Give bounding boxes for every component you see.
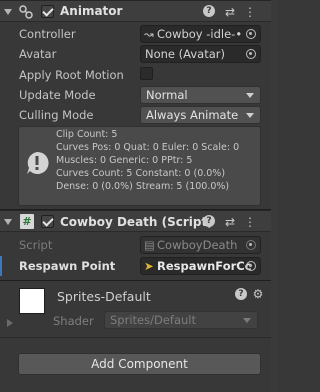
script-asset-icon: ▤ <box>144 238 155 252</box>
update-mode-label: Update Mode <box>19 88 96 102</box>
modified-indicator <box>0 256 2 276</box>
animator-header[interactable]: Animator ? ⇄ ⋮ <box>0 0 277 22</box>
more-vert-icon[interactable]: ⋮ <box>243 215 257 229</box>
animator-info-box: Clip Count: 5 Curves Pos: 0 Quat: 0 Eule… <box>18 126 261 206</box>
info-line-curves-count: Curves Count: 5 Constant: 0 (0.0%) <box>56 168 226 179</box>
info-line-curves-pos: Curves Pos: 0 Quat: 0 Euler: 0 Scale: 0 <box>56 142 240 153</box>
respawn-point-field[interactable]: ➤ RespawnForCc <box>140 257 261 275</box>
fold-arrow-icon[interactable] <box>4 219 12 225</box>
info-line-dense: Dense: 0 (0.0%) Stream: 5 (100.0%) <box>56 181 230 192</box>
controller-label: Controller <box>19 27 76 41</box>
script-label: Script <box>19 238 53 252</box>
help-icon[interactable]: ? <box>235 288 249 302</box>
shader-dropdown: Sprites/Default <box>104 311 258 329</box>
object-picker-icon <box>246 240 256 250</box>
more-vert-icon[interactable]: ⋮ <box>243 5 257 19</box>
object-picker-icon[interactable] <box>246 49 256 59</box>
script-file-icon: # <box>20 214 34 229</box>
scrollbar[interactable] <box>271 0 277 392</box>
transform-icon: ➤ <box>144 259 154 273</box>
material-preview <box>19 288 45 314</box>
help-icon[interactable]: ? <box>203 215 217 229</box>
material-name: Sprites-Default <box>57 289 151 304</box>
script-enabled-checkbox[interactable] <box>41 215 54 228</box>
divider <box>0 337 277 338</box>
component-title: Animator <box>60 4 123 18</box>
component-title: Cowboy Death (Script) <box>60 215 213 229</box>
animator-component-icon <box>19 5 33 19</box>
fold-arrow-icon[interactable] <box>4 9 12 15</box>
help-icon[interactable]: ? <box>203 5 217 19</box>
update-mode-dropdown[interactable]: Normal <box>140 86 261 104</box>
presets-icon[interactable]: ⇄ <box>223 215 237 229</box>
chevron-down-icon <box>243 318 251 323</box>
presets-icon[interactable]: ⇄ <box>223 5 237 19</box>
culling-mode-dropdown[interactable]: Always Animate <box>140 106 261 124</box>
info-line-muscles: Muscles: 0 Generic: 0 PPtr: 5 <box>56 155 193 166</box>
divider <box>0 280 277 281</box>
animator-enabled-checkbox[interactable] <box>41 5 54 18</box>
apply-root-motion-checkbox[interactable] <box>140 67 153 80</box>
shader-label: Shader <box>53 314 94 328</box>
info-line-clip-count: Clip Count: 5 <box>56 129 118 140</box>
object-picker-icon[interactable] <box>246 261 256 271</box>
gear-icon[interactable]: ⚙ <box>251 287 265 301</box>
object-picker-icon[interactable] <box>246 29 256 39</box>
info-icon <box>27 151 49 174</box>
chevron-down-icon <box>246 113 254 118</box>
chevron-down-icon <box>246 93 254 98</box>
avatar-label: Avatar <box>19 47 57 61</box>
expand-arrow-icon[interactable] <box>7 319 13 327</box>
add-component-button[interactable]: Add Component <box>18 353 261 375</box>
respawn-point-label: Respawn Point <box>19 259 116 273</box>
avatar-field[interactable]: None (Avatar) <box>140 45 261 63</box>
controller-field[interactable]: ↝ Cowboy -idle-• <box>140 25 261 43</box>
script-component-header[interactable]: # Cowboy Death (Script) ? ⇄ ⋮ <box>0 210 277 232</box>
animator-controller-icon: ↝ <box>144 27 154 41</box>
script-field: ▤ CowboyDeath <box>140 236 261 254</box>
apply-root-motion-label: Apply Root Motion <box>19 68 124 82</box>
culling-mode-label: Culling Mode <box>19 108 94 122</box>
